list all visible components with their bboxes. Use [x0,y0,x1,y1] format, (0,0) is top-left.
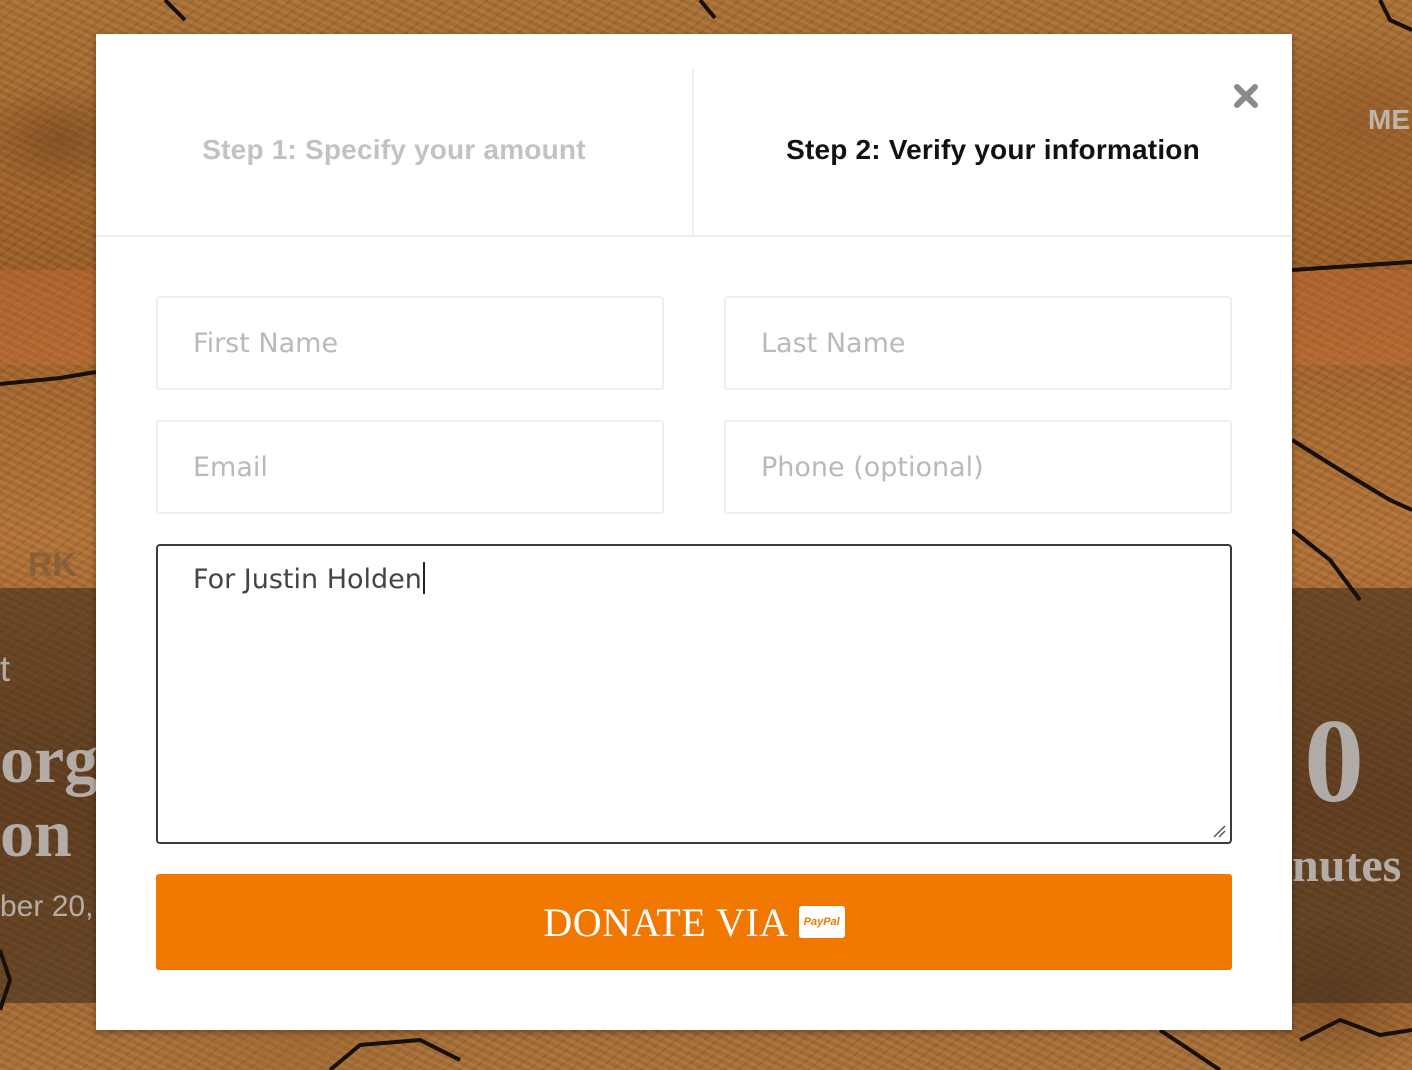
close-icon [1234,84,1258,108]
background-map-label: RK [28,546,78,584]
message-text: For Justin Holden [193,564,422,595]
resize-handle-icon[interactable] [1212,824,1226,838]
tab-step-1[interactable]: Step 1: Specify your amount [96,130,692,170]
background-date-text: ber 20, [0,890,94,923]
donate-button-label: DONATE VIA [543,899,789,945]
donate-via-paypal-button[interactable]: DONATE VIA PayPal [156,874,1232,970]
text-caret [422,562,425,594]
email-input[interactable] [156,420,664,514]
background-countdown-digit: 0 [1304,694,1364,827]
background-title-line2: on [0,795,72,871]
phone-input[interactable] [724,420,1232,514]
background-small-label: t [0,648,11,689]
first-name-input[interactable] [156,296,664,390]
background-nav-text: ME [1368,104,1410,135]
background-countdown-unit: nutes [1292,839,1402,892]
step-tabs: Step 1: Specify your amount Step 2: Veri… [96,34,1292,237]
tab-step-2[interactable]: Step 2: Verify your information [694,130,1292,170]
paypal-logo-icon: PayPal [798,906,845,938]
last-name-input[interactable] [724,296,1232,390]
message-textarea[interactable]: For Justin Holden [156,544,1232,844]
close-button[interactable] [1232,82,1260,110]
donation-modal: Step 1: Specify your amount Step 2: Veri… [96,34,1292,1030]
